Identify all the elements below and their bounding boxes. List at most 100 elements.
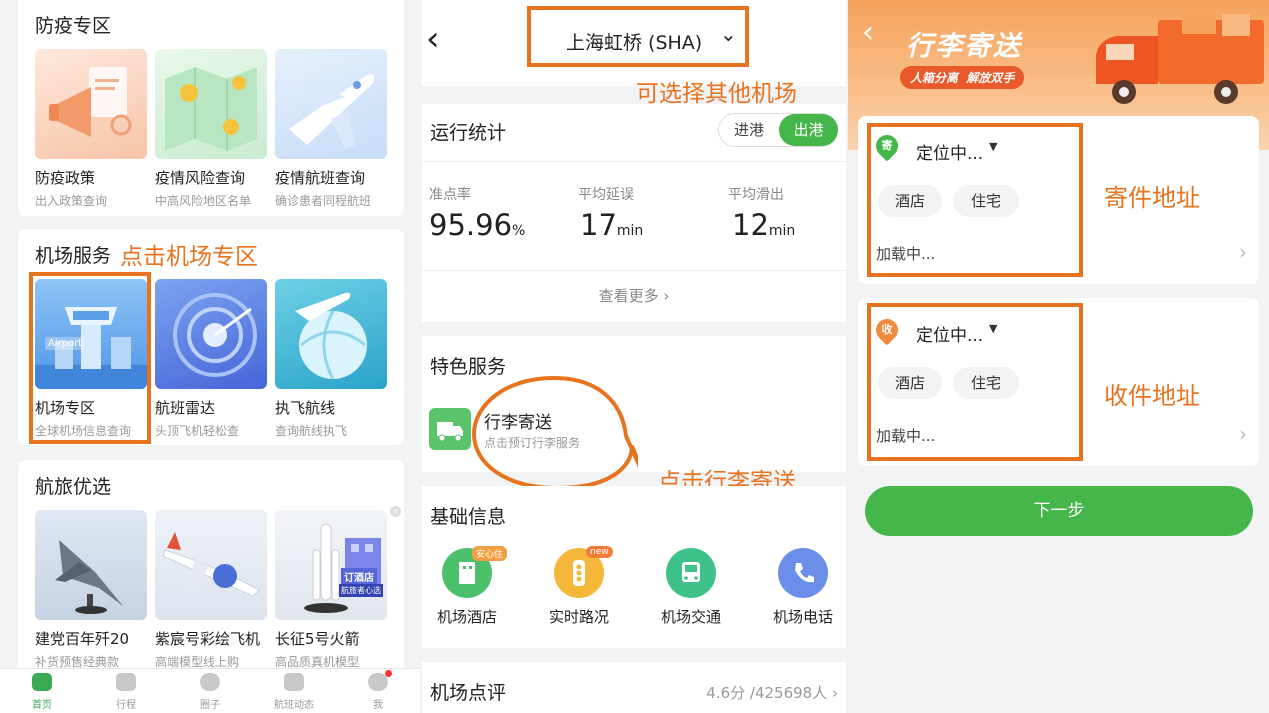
tile-name: 建党百年歼20 bbox=[35, 630, 130, 648]
airport-hotel-entry[interactable]: 安心住 机场酒店 bbox=[422, 546, 512, 627]
tab-label: 首页 bbox=[32, 700, 52, 711]
tile-name: 执飞航线 bbox=[275, 399, 336, 417]
suitcase-icon bbox=[116, 673, 136, 691]
tab-flight-status[interactable]: 航班动态 bbox=[252, 673, 336, 711]
home-panel: 防疫专区 防疫政策 出入政策查询 疫情风险查询 中高风险地区名单 疫情航班查询 … bbox=[0, 0, 420, 713]
tab-me[interactable]: 我 bbox=[336, 670, 420, 711]
radar-icon bbox=[155, 279, 267, 389]
section-title: 防疫专区 bbox=[35, 15, 112, 37]
stat-value-taxi: 12min bbox=[732, 208, 796, 242]
review-score: 4.6分 /425698人 › bbox=[706, 684, 838, 702]
section-title: 航旅优选 bbox=[35, 476, 112, 498]
section-title: 运行统计 bbox=[430, 122, 507, 144]
tab-label: 行程 bbox=[116, 700, 136, 711]
traffic-light-icon: new bbox=[554, 546, 613, 598]
highlight-airport-zone bbox=[29, 272, 151, 444]
banner-title: 行李寄送 bbox=[906, 31, 1022, 62]
banner-slogan: 人箱分离 解放双手 bbox=[900, 66, 1025, 89]
annotation-select-airport: 可选择其他机场 bbox=[636, 81, 797, 107]
tab-arrival[interactable]: 进港 bbox=[719, 114, 779, 146]
section-title: 机场服务 bbox=[35, 245, 112, 267]
tile-name: 防疫政策 bbox=[35, 169, 96, 187]
tile-risk-query[interactable]: 疫情风险查询 中高风险地区名单 bbox=[155, 49, 267, 208]
transport-entry[interactable]: 机场交通 bbox=[646, 548, 736, 627]
tile-j20-model[interactable]: 建党百年歼20 补货预售经典款 bbox=[35, 510, 147, 669]
highlight-send-address bbox=[867, 123, 1083, 277]
truck-illustration bbox=[1096, 10, 1264, 104]
tab-label: 圈子 bbox=[200, 700, 220, 711]
stat-value-delay: 17min bbox=[580, 208, 644, 242]
badge: new bbox=[586, 546, 613, 558]
globe-icon bbox=[275, 279, 387, 389]
section-title: 机场点评 bbox=[430, 682, 507, 704]
close-ad-icon[interactable]: × bbox=[390, 506, 401, 517]
travel-picks-card: 航旅优选 建党百年歼20 补货预售经典款 紫宸号彩绘飞机 高端模型线上购 订酒店… bbox=[18, 460, 404, 669]
tile-rocket-model[interactable]: 订酒店 航旅者心选 长征5号火箭 高品质真机模型 bbox=[275, 510, 387, 669]
entry-label: 机场酒店 bbox=[436, 608, 497, 626]
traffic-entry[interactable]: new 实时路况 bbox=[534, 546, 624, 627]
highlight-airport-selector bbox=[527, 6, 749, 67]
hotel-icon: 安心住 bbox=[442, 546, 508, 598]
tab-trips[interactable]: 行程 bbox=[84, 673, 168, 711]
back-icon[interactable]: ‹ bbox=[426, 22, 440, 56]
entry-label: 实时路况 bbox=[548, 608, 609, 626]
entry-label: 机场电话 bbox=[772, 608, 833, 626]
entry-label: 机场交通 bbox=[660, 608, 721, 626]
annotation-send-address: 寄件地址 bbox=[1104, 184, 1200, 212]
map-icon bbox=[155, 49, 267, 159]
tile-sub: 头顶飞机轻松查 bbox=[155, 424, 240, 438]
view-more-link[interactable]: 查看更多 › bbox=[422, 285, 846, 306]
tile-name: 紫宸号彩绘飞机 bbox=[155, 630, 261, 648]
hotel-badge: 订酒店 bbox=[341, 568, 377, 585]
phone-icon bbox=[778, 548, 828, 598]
home-icon bbox=[32, 673, 52, 691]
airport-panel: ‹ 上海虹桥 (SHA) ⌄ 可选择其他机场 运行统计 进港 出港 准点率 95… bbox=[422, 0, 846, 713]
tab-label: 航班动态 bbox=[274, 700, 314, 711]
tile-sub: 确诊患者同程航班 bbox=[275, 194, 372, 208]
tile-painted-plane[interactable]: 紫宸号彩绘飞机 高端模型线上购 bbox=[155, 510, 267, 669]
megaphone-icon bbox=[35, 49, 147, 159]
tile-flight-radar[interactable]: 航班雷达 头顶飞机轻松查 bbox=[155, 279, 267, 438]
highlight-luggage-ellipse bbox=[471, 375, 638, 491]
tile-name: 航班雷达 bbox=[155, 399, 216, 417]
tile-name: 长征5号火箭 bbox=[275, 630, 360, 648]
airplane-icon bbox=[275, 49, 387, 159]
stat-label: 平均滑出 bbox=[728, 187, 784, 203]
tile-flight-query[interactable]: 疫情航班查询 确诊患者同程航班 bbox=[275, 49, 387, 208]
basic-info-card: 基础信息 安心住 机场酒店 new 实时路况 机场交通 机场电话 bbox=[422, 486, 846, 648]
bottom-tab-bar: 首页 行程 圈子 航班动态 我 bbox=[0, 668, 420, 713]
highlight-receive-address bbox=[867, 303, 1083, 461]
plane-icon bbox=[284, 673, 304, 691]
tile-routes[interactable]: 执飞航线 查询航线执飞 bbox=[275, 279, 387, 438]
luggage-delivery-panel: ‹ 行李寄送 人箱分离 解放双手 寄 定位中... ▼ 酒店 住宅 加载中...… bbox=[848, 0, 1269, 713]
stat-label: 平均延误 bbox=[578, 187, 634, 203]
stat-value-ontime: 95.96% bbox=[429, 208, 526, 242]
tile-epidemic-policy[interactable]: 防疫政策 出入政策查询 bbox=[35, 49, 147, 208]
operation-stats-card: 运行统计 进港 出港 准点率 95.96% 平均延误 17min 平均滑出 12… bbox=[422, 104, 846, 322]
tile-sub: 出入政策查询 bbox=[35, 194, 108, 208]
tab-circle[interactable]: 圈子 bbox=[168, 673, 252, 711]
annotation-airport-zone: 点击机场专区 bbox=[120, 244, 258, 270]
chevron-right-icon[interactable]: › bbox=[1239, 422, 1247, 446]
tile-sub: 查询航线执飞 bbox=[275, 424, 348, 438]
jet-model-icon bbox=[35, 510, 147, 620]
tile-name: 疫情风险查询 bbox=[155, 169, 246, 187]
annotation-receive-address: 收件地址 bbox=[1104, 382, 1200, 410]
back-icon[interactable]: ‹ bbox=[862, 18, 874, 48]
tab-home[interactable]: 首页 bbox=[0, 673, 84, 711]
chevron-right-icon[interactable]: › bbox=[1239, 240, 1247, 264]
tab-departure[interactable]: 出港 bbox=[779, 114, 838, 146]
planet-icon bbox=[200, 673, 220, 691]
badge: 安心住 bbox=[472, 546, 508, 561]
stat-label: 准点率 bbox=[429, 187, 471, 203]
section-title: 基础信息 bbox=[430, 506, 507, 528]
epidemic-card: 防疫专区 防疫政策 出入政策查询 疫情风险查询 中高风险地区名单 疫情航班查询 … bbox=[18, 0, 404, 216]
bus-icon bbox=[666, 548, 716, 598]
painted-plane-icon bbox=[155, 510, 267, 620]
truck-icon[interactable] bbox=[429, 408, 471, 450]
next-step-button[interactable]: 下一步 bbox=[865, 486, 1253, 536]
tile-name: 疫情航班查询 bbox=[275, 169, 366, 187]
person-icon bbox=[368, 670, 392, 691]
phone-entry[interactable]: 机场电话 bbox=[758, 548, 846, 627]
airport-review-card[interactable]: 机场点评 4.6分 /425698人 › bbox=[422, 662, 846, 713]
